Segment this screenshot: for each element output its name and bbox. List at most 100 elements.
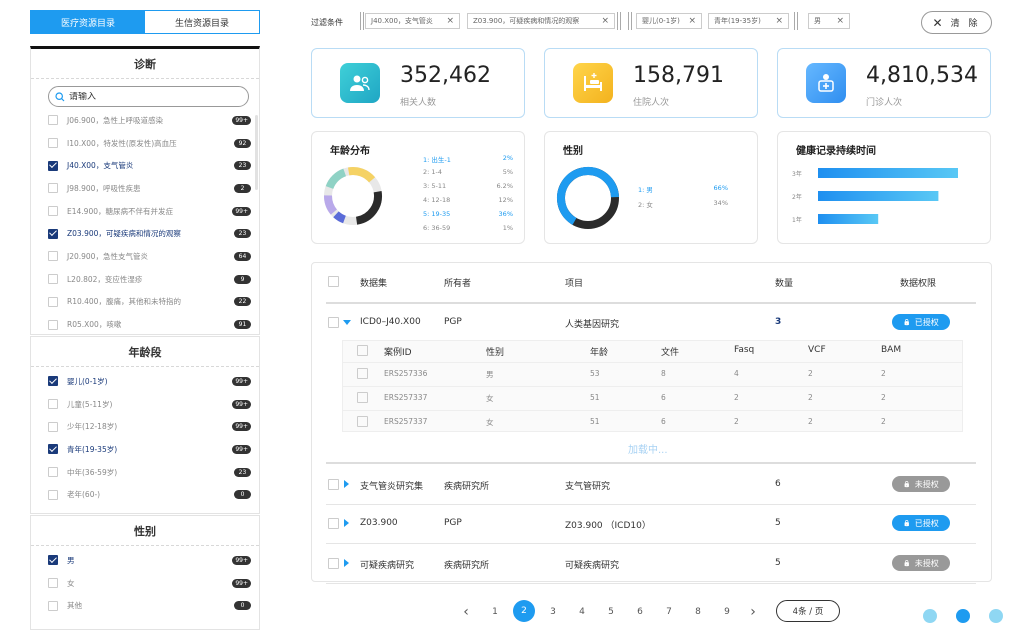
subcolumn-header: 性别 bbox=[486, 348, 505, 358]
subrow-checkbox[interactable] bbox=[357, 416, 368, 427]
case-cell: ERS257337 bbox=[384, 417, 428, 426]
item-label: J40.X00，支气管炎 bbox=[67, 161, 134, 171]
close-icon[interactable]: × bbox=[683, 16, 696, 26]
auth-badge[interactable]: 🔒 未授权 bbox=[892, 555, 950, 571]
row-checkbox[interactable] bbox=[328, 317, 339, 328]
filter-chip[interactable]: 婴儿(0-1岁) × bbox=[636, 13, 702, 29]
checkbox[interactable] bbox=[48, 183, 58, 194]
tab-bio-catalog[interactable]: 生信资源目录 bbox=[145, 11, 259, 33]
list-item[interactable]: 少年(12-18岁) 99+ bbox=[31, 415, 259, 438]
header-checkbox[interactable] bbox=[328, 276, 339, 287]
subrow-checkbox[interactable] bbox=[357, 392, 368, 403]
list-item[interactable]: 男 99+ bbox=[31, 549, 259, 572]
list-item[interactable]: 中年(36-59岁) 23 bbox=[31, 461, 259, 484]
checkbox[interactable] bbox=[48, 489, 58, 500]
subcolumn-header: VCF bbox=[808, 345, 826, 355]
page-number[interactable]: 3 bbox=[543, 602, 563, 622]
checkbox[interactable] bbox=[48, 160, 58, 171]
subheader-checkbox[interactable] bbox=[357, 345, 368, 356]
checkbox[interactable] bbox=[48, 138, 58, 149]
checkbox[interactable] bbox=[48, 600, 58, 611]
page-number[interactable]: 7 bbox=[659, 602, 679, 622]
list-item[interactable]: L20.802，变应性湿疹 9 bbox=[31, 268, 259, 291]
list-item[interactable]: 婴儿(0-1岁) 99+ bbox=[31, 370, 259, 393]
checkbox[interactable] bbox=[48, 444, 58, 455]
auth-badge[interactable]: 🔒 未授权 bbox=[892, 476, 950, 492]
checkbox[interactable] bbox=[48, 274, 58, 285]
checkbox[interactable] bbox=[48, 296, 58, 307]
subcolumn-header: 文件 bbox=[661, 348, 680, 358]
expand-icon[interactable] bbox=[344, 480, 349, 488]
owner-name: 疾病研究所 bbox=[444, 561, 490, 571]
filter-chip[interactable]: 青年(19-35岁) × bbox=[708, 13, 789, 29]
list-item[interactable]: 其他 0 bbox=[31, 594, 259, 617]
list-item[interactable]: 老年(60-) 0 bbox=[31, 483, 259, 506]
next-page-icon[interactable]: › bbox=[743, 602, 763, 622]
filter-chip[interactable]: 男 × bbox=[808, 13, 850, 29]
filter-label: 过滤条件 bbox=[311, 18, 343, 27]
checkbox[interactable] bbox=[48, 421, 58, 432]
dataset-name: Z03.900 bbox=[360, 518, 398, 528]
row-checkbox[interactable] bbox=[328, 479, 339, 490]
row-checkbox[interactable] bbox=[328, 518, 339, 529]
tab-medical-catalog[interactable]: 医疗资源目录 bbox=[31, 11, 145, 33]
checkbox[interactable] bbox=[48, 251, 58, 262]
case-cell: ERS257337 bbox=[384, 393, 428, 402]
page-number[interactable]: 8 bbox=[688, 602, 708, 622]
list-item[interactable]: J98.900，呼吸性疾患 2 bbox=[31, 177, 259, 200]
carousel-dot[interactable] bbox=[956, 609, 970, 623]
row-checkbox[interactable] bbox=[328, 558, 339, 569]
close-icon[interactable]: × bbox=[770, 16, 783, 26]
close-icon[interactable]: × bbox=[441, 16, 454, 26]
checkbox[interactable] bbox=[48, 555, 58, 566]
subrow-checkbox[interactable] bbox=[357, 368, 368, 379]
legend-label: 4: 12-18 bbox=[423, 196, 451, 204]
case-cell: 51 bbox=[590, 417, 600, 426]
auth-badge[interactable]: 🔒 已授权 bbox=[892, 314, 950, 330]
list-item[interactable]: Z03.900，可疑疾病和情况的观察 23 bbox=[31, 222, 259, 245]
checkbox[interactable] bbox=[48, 115, 58, 126]
page-number[interactable]: 1 bbox=[485, 602, 505, 622]
list-item[interactable]: 女 99+ bbox=[31, 572, 259, 595]
page-number[interactable]: 4 bbox=[572, 602, 592, 622]
search-input[interactable] bbox=[69, 91, 219, 102]
list-item[interactable]: J40.X00，支气管炎 23 bbox=[31, 154, 259, 177]
clear-button[interactable]: ✕ 清 除 bbox=[921, 11, 992, 34]
list-item[interactable]: I10.X00，特发性(原发性)高血压 92 bbox=[31, 132, 259, 155]
diagnosis-search[interactable] bbox=[48, 86, 249, 107]
list-item[interactable]: J20.900，急性支气管炎 64 bbox=[31, 245, 259, 268]
list-item[interactable]: J06.900，急性上呼吸道感染 99+ bbox=[31, 109, 259, 132]
filter-chip[interactable]: J40.X00，支气管炎 × bbox=[365, 13, 460, 29]
checkbox[interactable] bbox=[48, 228, 58, 239]
checkbox[interactable] bbox=[48, 399, 58, 410]
expand-icon[interactable] bbox=[344, 559, 349, 567]
page-number[interactable]: 9 bbox=[717, 602, 737, 622]
count-badge: 99+ bbox=[232, 399, 251, 409]
list-item[interactable]: R05.X00，咳嗽 91 bbox=[31, 313, 259, 336]
checkbox[interactable] bbox=[48, 578, 58, 589]
prev-page-icon[interactable]: ‹ bbox=[456, 602, 476, 622]
filter-chip[interactable]: Z03.900，可疑疾病和情况的观察 × bbox=[467, 13, 615, 29]
carousel-dot[interactable] bbox=[989, 609, 1003, 623]
list-item[interactable]: 儿童(5-11岁) 99+ bbox=[31, 393, 259, 416]
page-number[interactable]: 6 bbox=[630, 602, 650, 622]
scrollbar[interactable] bbox=[255, 115, 258, 190]
expand-icon[interactable] bbox=[344, 519, 349, 527]
item-label: J06.900，急性上呼吸道感染 bbox=[67, 115, 163, 125]
checkbox[interactable] bbox=[48, 206, 58, 217]
page-number[interactable]: 2 bbox=[513, 600, 535, 622]
list-item[interactable]: R10.400，腹痛，其他和未特指的 22 bbox=[31, 291, 259, 314]
case-cell: 2 bbox=[734, 417, 739, 426]
checkbox[interactable] bbox=[48, 376, 58, 387]
page-size-select[interactable]: 4条 / 页 bbox=[776, 600, 840, 622]
checkbox[interactable] bbox=[48, 319, 58, 330]
list-item[interactable]: 青年(19-35岁) 99+ bbox=[31, 438, 259, 461]
carousel-dot[interactable] bbox=[923, 609, 937, 623]
close-icon[interactable]: × bbox=[596, 16, 609, 26]
auth-badge[interactable]: 🔒 已授权 bbox=[892, 515, 950, 531]
list-item[interactable]: E14.900，糖尿病不伴有并发症 99+ bbox=[31, 200, 259, 223]
checkbox[interactable] bbox=[48, 467, 58, 478]
collapse-icon[interactable] bbox=[343, 320, 351, 325]
page-number[interactable]: 5 bbox=[601, 602, 621, 622]
close-icon[interactable]: × bbox=[831, 16, 844, 26]
